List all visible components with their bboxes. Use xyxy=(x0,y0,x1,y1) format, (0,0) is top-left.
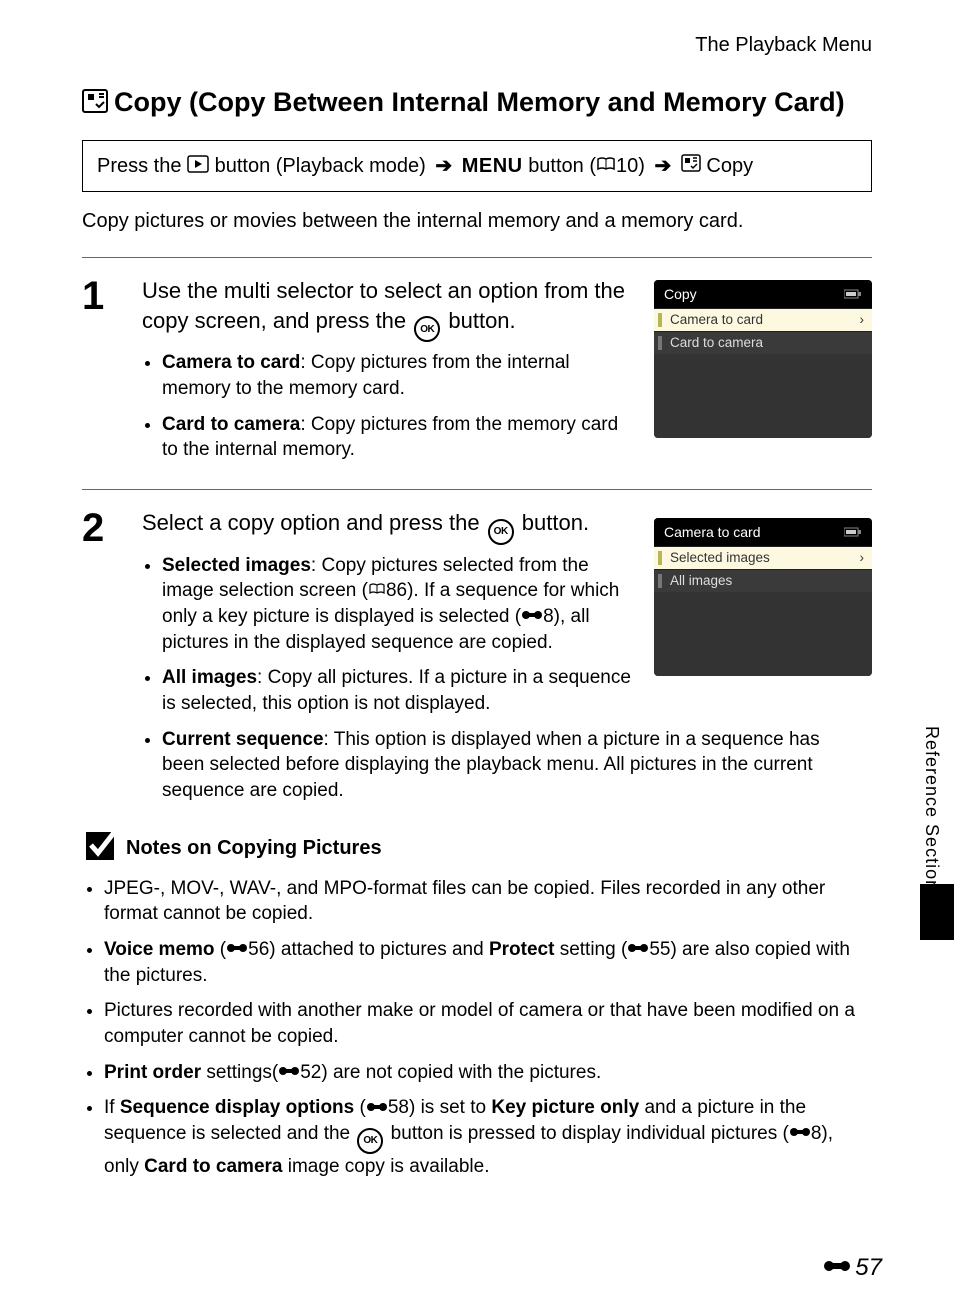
screen-row-selected: Camera to card xyxy=(654,308,872,331)
reference-icon xyxy=(521,606,543,627)
intro-text: Copy pictures or movies between the inte… xyxy=(82,210,872,233)
side-tab: Reference Section xyxy=(908,690,954,940)
ok-button-icon: OK xyxy=(414,316,440,342)
step-bullet: Camera to card: Copy pictures from the i… xyxy=(162,350,634,401)
playback-button-icon xyxy=(187,156,215,178)
reference-icon xyxy=(366,1098,388,1119)
screen-row: All images xyxy=(654,569,872,592)
arrow-right-icon: ➔ xyxy=(654,155,671,177)
navigation-path-box: Press the button (Playback mode) ➔ MENU … xyxy=(82,140,872,192)
page-number: 57 xyxy=(823,1254,882,1282)
step-bullet: All images: Copy all pictures. If a pict… xyxy=(162,665,634,716)
reference-icon xyxy=(823,1254,851,1282)
book-icon xyxy=(596,155,616,177)
note-item: JPEG-, MOV-, WAV-, and MPO-format files … xyxy=(104,876,872,927)
battery-icon xyxy=(844,286,862,302)
document-page: The Playback Menu Copy (Copy Between Int… xyxy=(0,0,954,1314)
notes-block: Notes on Copying Pictures JPEG-, MOV-, W… xyxy=(82,832,872,1180)
ok-button-icon: OK xyxy=(357,1128,383,1154)
checkmark-box-icon xyxy=(86,832,114,866)
step-number: 2 xyxy=(82,508,122,814)
screen-row-selected: Selected images xyxy=(654,546,872,569)
side-tab-marker xyxy=(920,884,954,940)
book-icon xyxy=(368,580,386,601)
step-2: 2 Select a copy option and press the OK … xyxy=(82,498,872,814)
step-bullet: Selected images: Copy pictures selected … xyxy=(162,553,634,656)
ok-button-icon: OK xyxy=(488,519,514,545)
step-instruction: Select a copy option and press the OK bu… xyxy=(142,508,634,545)
note-item: Pictures recorded with another make or m… xyxy=(104,998,872,1049)
step-1: 1 Use the multi selector to select an op… xyxy=(82,266,872,473)
note-item: If Sequence display options (58) is set … xyxy=(104,1095,872,1179)
step-instruction: Use the multi selector to select an opti… xyxy=(142,276,634,342)
divider xyxy=(82,489,872,490)
note-item: Voice memo (56) attached to pictures and… xyxy=(104,937,872,988)
side-tab-label: Reference Section xyxy=(921,726,942,891)
page-title: Copy (Copy Between Internal Memory and M… xyxy=(82,85,872,122)
copy-icon-small xyxy=(681,155,701,177)
step-bullet: Card to camera: Copy pictures from the m… xyxy=(162,412,634,463)
screen-row: Card to camera xyxy=(654,331,872,354)
reference-icon xyxy=(226,939,248,960)
divider xyxy=(82,257,872,258)
camera-screen-illustration: Copy Camera to card Card to camera xyxy=(654,280,872,438)
battery-icon xyxy=(844,524,862,540)
copy-menu-icon xyxy=(82,87,108,122)
reference-icon xyxy=(627,939,649,960)
screen-title: Camera to card xyxy=(664,524,760,540)
header-section: The Playback Menu xyxy=(82,34,872,57)
reference-icon xyxy=(789,1123,811,1144)
menu-text-icon: MENU xyxy=(462,155,523,177)
notes-title-text: Notes on Copying Pictures xyxy=(126,837,382,860)
step-number: 1 xyxy=(82,276,122,473)
note-item: Print order settings(52) are not copied … xyxy=(104,1060,872,1086)
screen-title: Copy xyxy=(664,286,697,302)
reference-icon xyxy=(278,1062,300,1083)
camera-screen-illustration: Camera to card Selected images All image… xyxy=(654,518,872,676)
arrow-right-icon: ➔ xyxy=(435,155,452,177)
